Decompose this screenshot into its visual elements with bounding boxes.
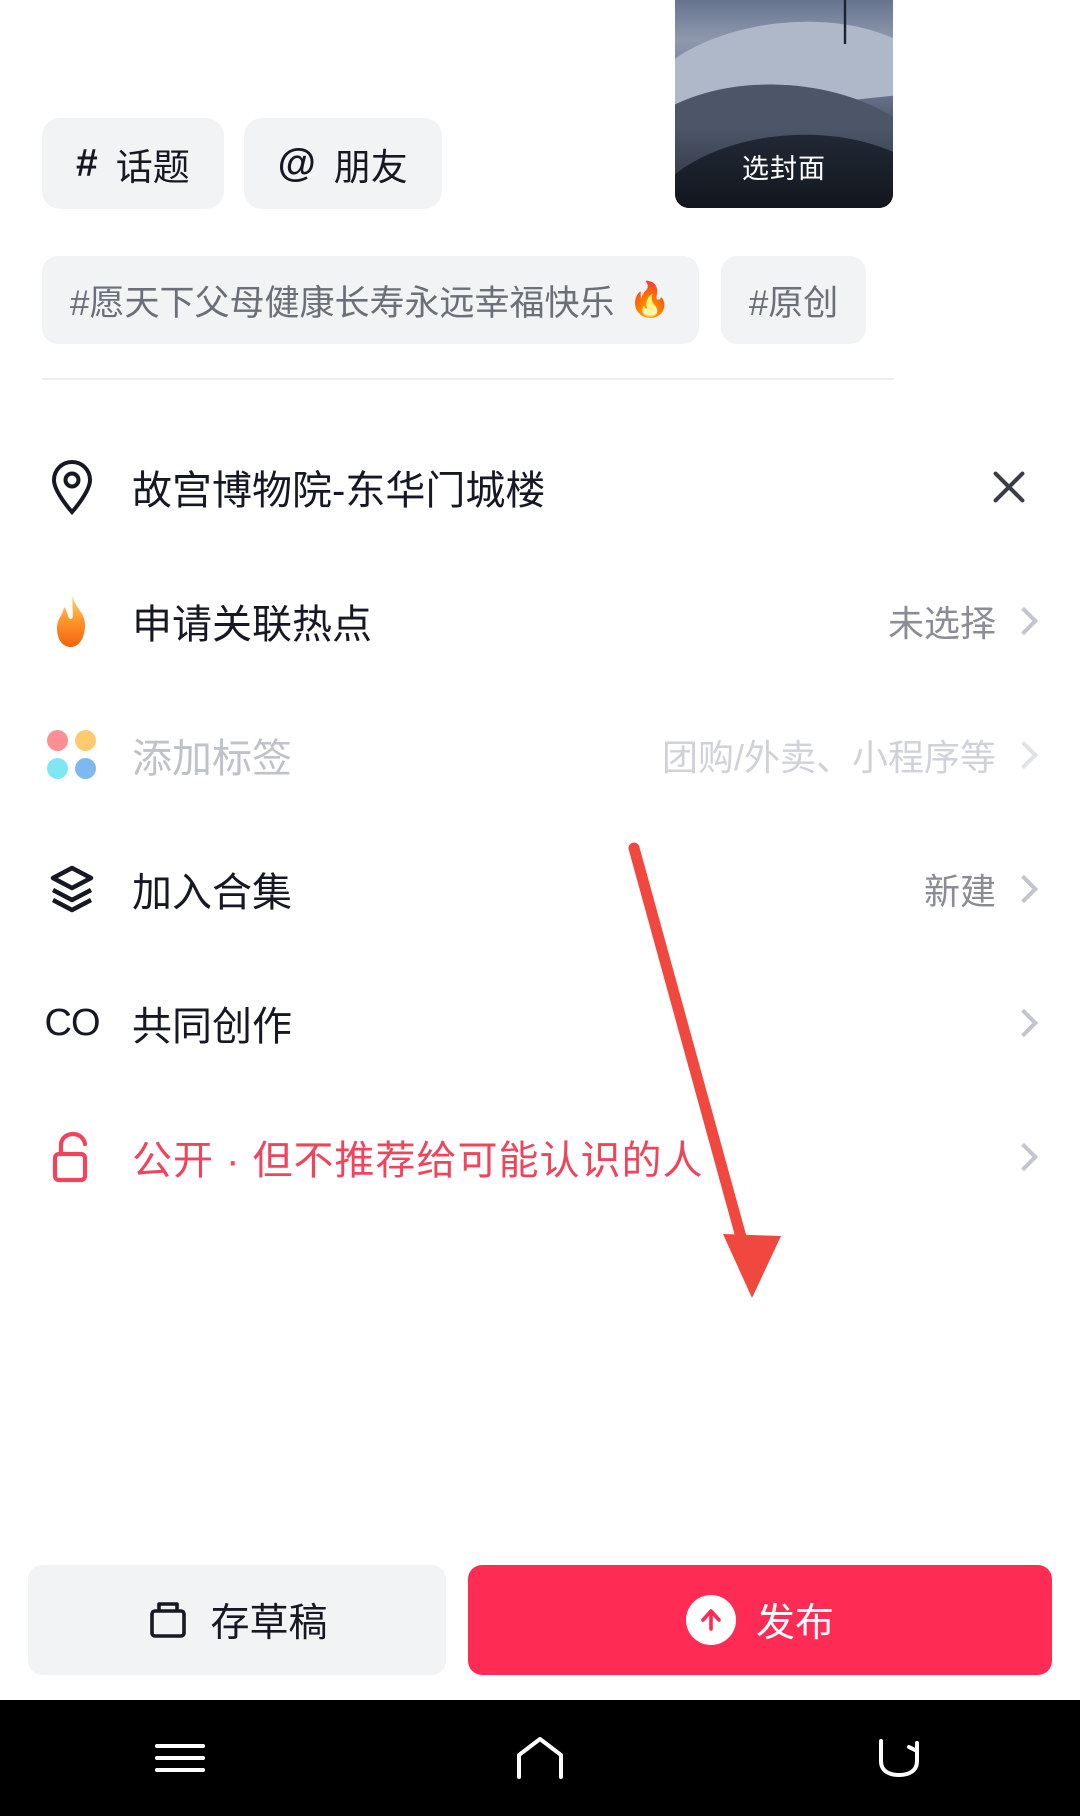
publish-button[interactable]: 发布: [468, 1565, 1052, 1675]
option-label: 申请关联热点: [132, 603, 372, 647]
option-value: 新建: [923, 871, 996, 912]
bottom-action-bar: 存草稿 发布: [0, 1540, 1080, 1700]
option-value: 团购/外卖、小程序等: [661, 737, 996, 778]
home-icon[interactable]: [480, 1723, 600, 1793]
option-label: 故宫博物院-东华门城楼: [132, 469, 546, 513]
flame-icon: 🔥: [628, 281, 671, 319]
options-list: 故宫博物院-东华门城楼 申请关联热点 未选择 添加标签 团购/外卖、小程序等 加…: [0, 420, 1080, 1224]
publish-arrow-icon: [685, 1595, 736, 1645]
option-label: 公开 · 但不推荐给可能认识的人: [132, 1139, 704, 1183]
topic-label: 话题: [115, 146, 190, 188]
friend-button[interactable]: @ 朋友: [243, 118, 442, 209]
tree-silhouette-icon: [843, 0, 847, 44]
chevron-right-icon: [1009, 1142, 1039, 1172]
chevron-right-icon: [1009, 606, 1039, 636]
location-pin-icon: [42, 458, 102, 516]
hash-icon: #: [76, 141, 98, 185]
tag-suggestion-chip[interactable]: #愿天下父母健康长寿永远幸福快乐 🔥: [42, 256, 699, 344]
option-row-add-tag[interactable]: 添加标签 团购/外卖、小程序等: [0, 688, 1080, 822]
chevron-right-icon: [1009, 1008, 1039, 1038]
clear-location-icon[interactable]: [986, 464, 1032, 510]
topic-button[interactable]: # 话题: [42, 118, 224, 209]
save-draft-button[interactable]: 存草稿: [28, 1565, 446, 1675]
tag-suggestion-chip[interactable]: #原创: [720, 256, 867, 344]
layers-icon: [42, 863, 102, 915]
menu-icon[interactable]: [120, 1723, 240, 1793]
back-icon[interactable]: [840, 1723, 960, 1793]
flame-icon: [42, 593, 102, 649]
option-row-hot-topic[interactable]: 申请关联热点 未选择: [0, 554, 1080, 688]
tag-suggestion-text: #原创: [748, 283, 839, 323]
option-value: 未选择: [887, 603, 996, 644]
chevron-right-icon: [1009, 740, 1039, 770]
at-icon: @: [277, 141, 316, 185]
draft-box-icon: [150, 1602, 187, 1638]
cover-label: 选封面: [675, 128, 893, 208]
option-row-location[interactable]: 故宫博物院-东华门城楼: [0, 420, 1080, 554]
save-draft-label: 存草稿: [210, 1602, 328, 1645]
publish-label: 发布: [755, 1602, 834, 1645]
option-row-collection[interactable]: 加入合集 新建: [0, 822, 1080, 956]
unlock-icon: [42, 1130, 102, 1184]
option-label: 共同创作: [132, 1005, 292, 1049]
chevron-right-icon: [1009, 874, 1039, 904]
co-create-icon: CO: [44, 1001, 101, 1044]
section-divider: [42, 378, 894, 380]
tag-suggestion-text: #愿天下父母健康长寿永远幸福快乐: [70, 283, 615, 323]
tag-suggestion-scroller[interactable]: #愿天下父母健康长寿永远幸福快乐 🔥 #原创: [0, 256, 1080, 346]
cover-thumbnail[interactable]: 选封面: [675, 0, 893, 208]
post-publish-screen: 选封面 # 话题 @ 朋友 #愿天下父母健康长寿永远幸福快乐 🔥 #原创 故宫博…: [0, 0, 1080, 1816]
quick-action-row: # 话题 @ 朋友: [42, 118, 442, 209]
option-row-privacy[interactable]: 公开 · 但不推荐给可能认识的人: [0, 1090, 1080, 1224]
option-row-co-create[interactable]: CO 共同创作: [0, 956, 1080, 1090]
android-navigation-bar: [0, 1700, 1080, 1816]
four-dots-icon: [42, 730, 102, 780]
option-label: 加入合集: [132, 871, 292, 915]
option-label: 添加标签: [132, 737, 292, 781]
friend-label: 朋友: [333, 146, 408, 188]
